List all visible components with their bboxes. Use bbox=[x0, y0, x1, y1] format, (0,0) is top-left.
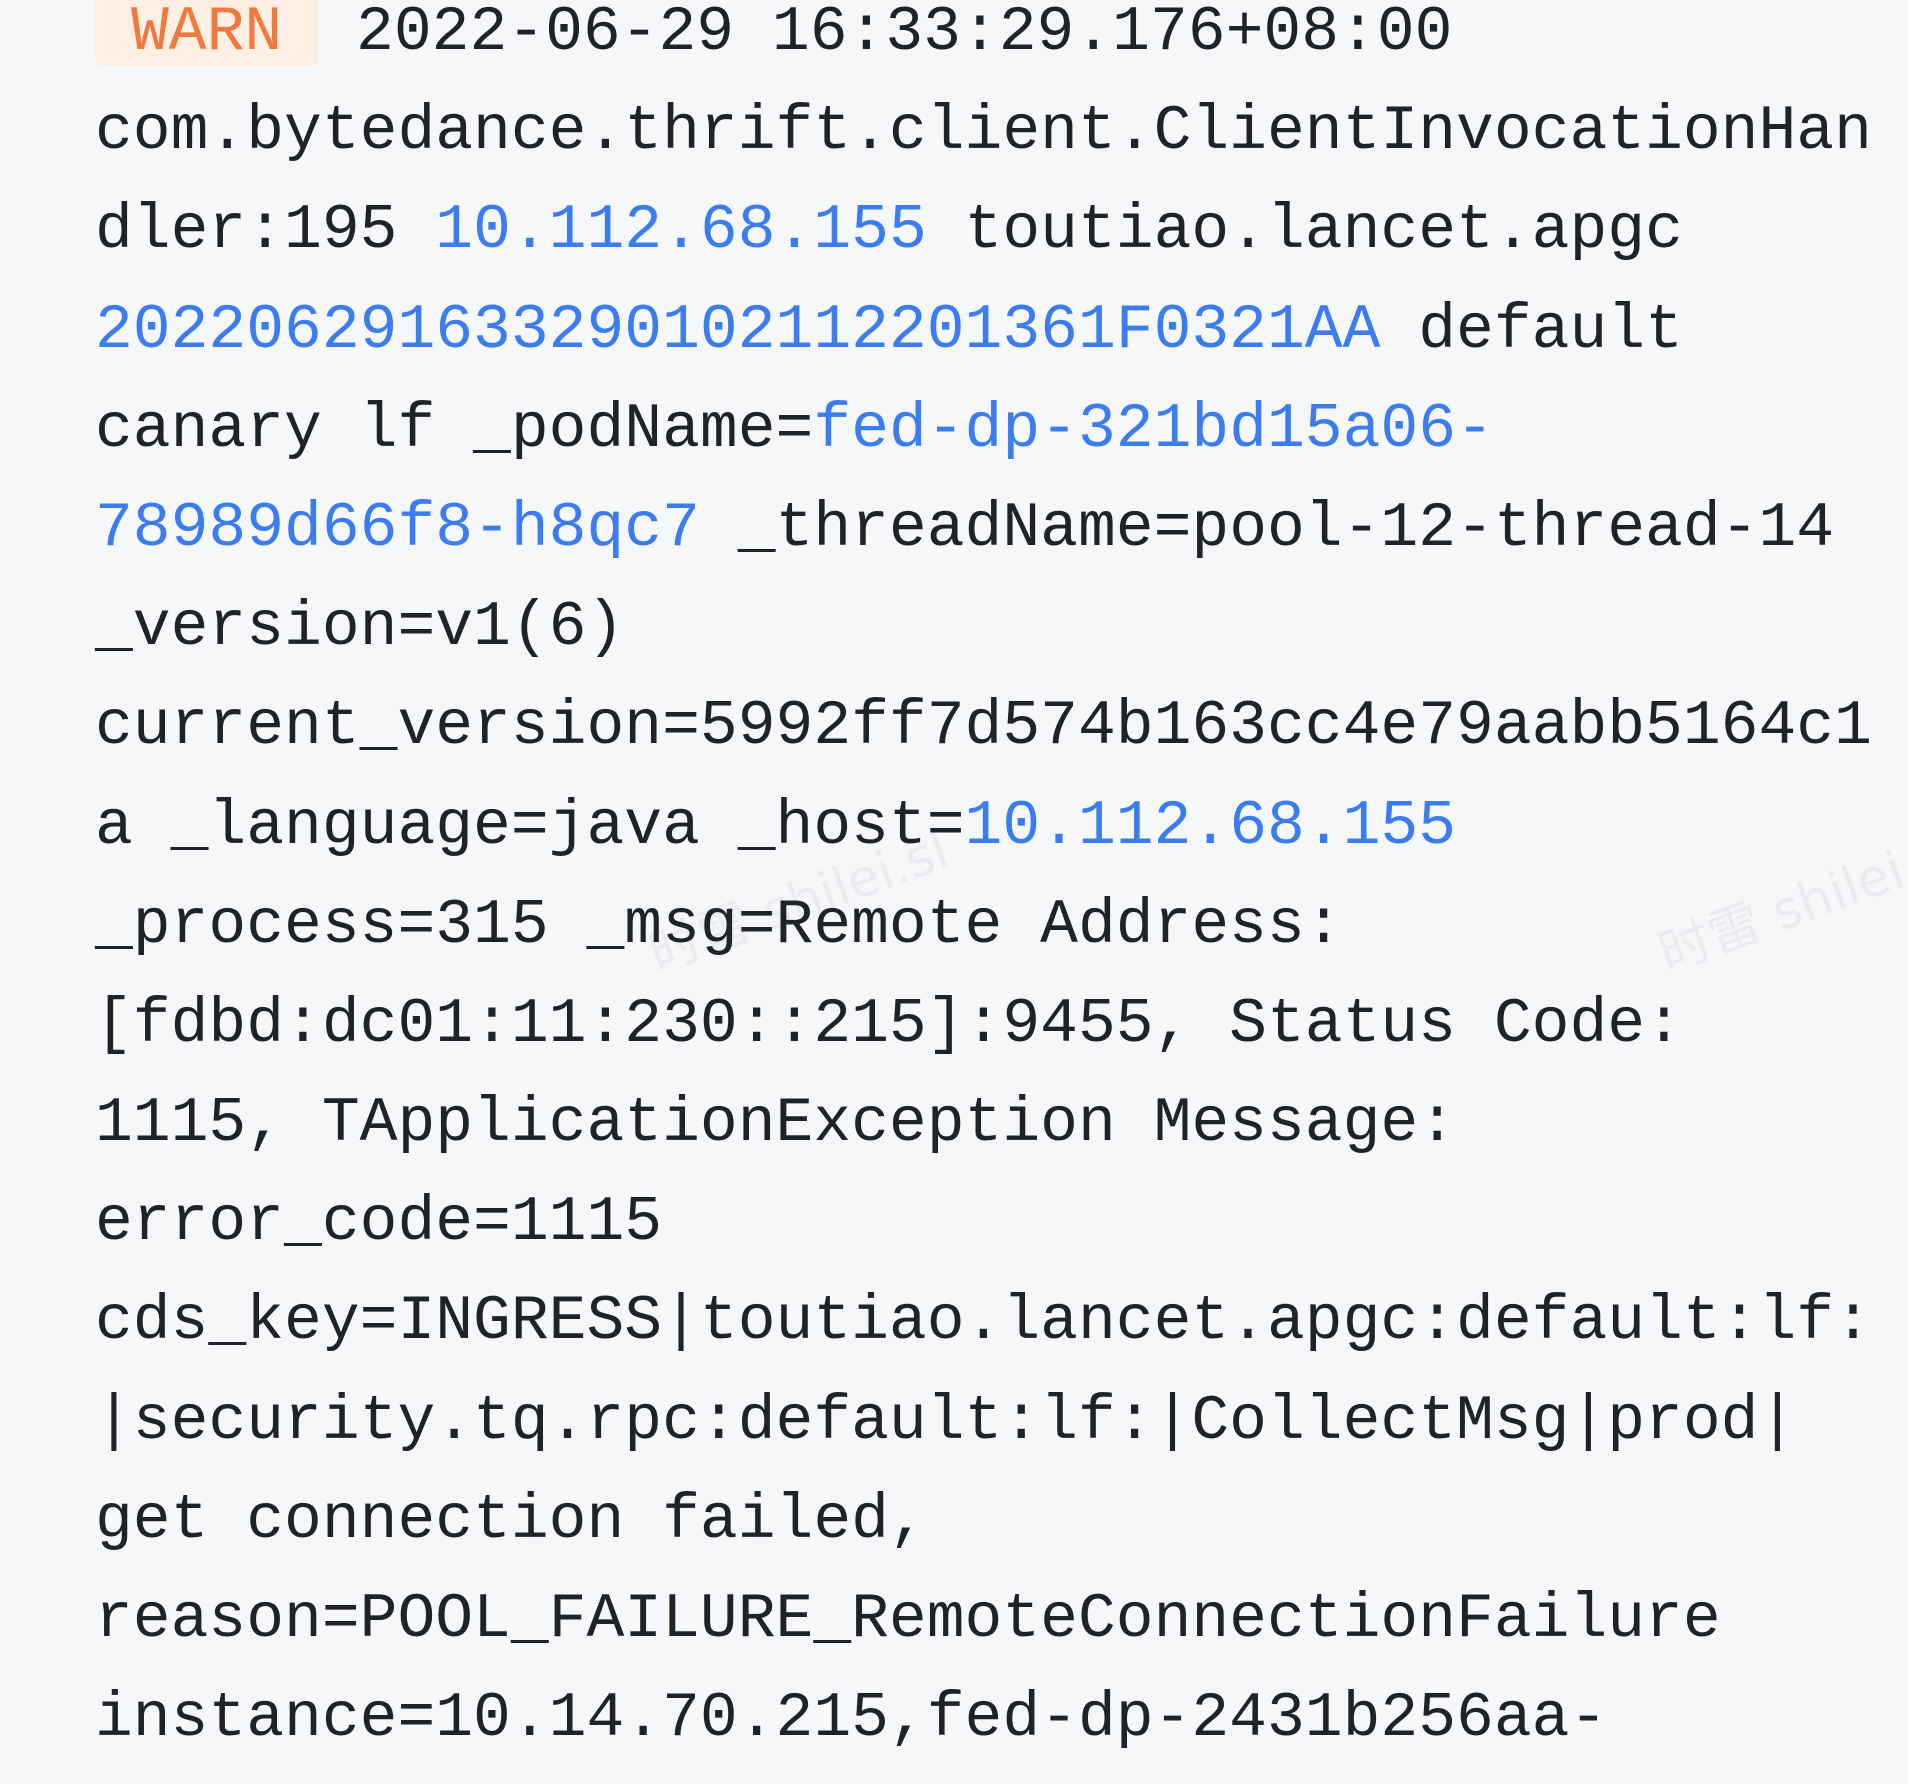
log-text: _version=v1(6) bbox=[95, 592, 625, 664]
highlighted-value: 10.112.68.155 bbox=[964, 790, 1457, 862]
log-line: current_version=5992ff7d574b163cc4e79aab… bbox=[95, 677, 1872, 776]
log-line: 1115, TApplicationException Message: bbox=[95, 1074, 1872, 1173]
log-text: instance=10.14.70.215,fed-dp-2431b256aa- bbox=[95, 1683, 1608, 1755]
log-text: _process=315 _msg=Remote Address: bbox=[95, 889, 1343, 961]
log-entry: WARN 2022-06-29 16:33:29.176+08:00 com.by… bbox=[95, 0, 1872, 1768]
log-line: [fdbd:dc01:11:230::215]:9455, Status Cod… bbox=[95, 975, 1872, 1074]
log-text: 1115, TApplicationException Message: bbox=[95, 1088, 1457, 1160]
log-line: |security.tq.rpc:default:lf:|CollectMsg|… bbox=[95, 1372, 1872, 1471]
log-line: dler:195 10.112.68.155 toutiao.lancet.ap… bbox=[95, 181, 1872, 280]
highlighted-value: 202206291633290102112201361F0321AA bbox=[95, 294, 1381, 366]
log-line: error_code=1115 bbox=[95, 1173, 1872, 1272]
log-text: cds_key=INGRESS|toutiao.lancet.apgc:defa… bbox=[95, 1286, 1872, 1358]
log-text: get connection failed, bbox=[95, 1484, 927, 1556]
log-line: 78989d66f8-h8qc7 _threadName=pool-12-thr… bbox=[95, 479, 1872, 578]
log-line: 202206291633290102112201361F0321AA defau… bbox=[95, 281, 1872, 380]
log-text: _threadName=pool-12-thread-14 bbox=[699, 492, 1835, 564]
log-line: _version=v1(6) bbox=[95, 578, 1872, 677]
highlighted-value: 10.112.68.155 bbox=[435, 195, 927, 267]
log-line: _process=315 _msg=Remote Address: bbox=[95, 876, 1872, 975]
log-text: |security.tq.rpc:default:lf:|CollectMsg|… bbox=[95, 1385, 1797, 1457]
log-text: error_code=1115 bbox=[95, 1187, 663, 1259]
log-text: 2022-06-29 16:33:29.176+08:00 bbox=[318, 0, 1453, 68]
log-text: dler:195 bbox=[95, 195, 436, 267]
log-line: get connection failed, bbox=[95, 1471, 1872, 1570]
log-text: toutiao.lancet.apgc bbox=[926, 195, 1683, 267]
log-line: instance=10.14.70.215,fed-dp-2431b256aa- bbox=[95, 1669, 1872, 1768]
log-text: reason=POOL_FAILURE_RemoteConnectionFail… bbox=[95, 1584, 1721, 1655]
log-text: default bbox=[1380, 294, 1683, 366]
log-text: com.bytedance.thrift.client.ClientInvoca… bbox=[95, 96, 1872, 168]
log-text: canary lf _podName= bbox=[95, 393, 814, 465]
log-text: [fdbd:dc01:11:230::215]:9455, Status Cod… bbox=[95, 988, 1683, 1060]
highlighted-value: fed-dp-321bd15a06- bbox=[813, 393, 1494, 465]
log-line: WARN 2022-06-29 16:33:29.176+08:00 bbox=[95, 0, 1872, 82]
log-text: a _language=java _host= bbox=[95, 790, 965, 862]
log-line: canary lf _podName=fed-dp-321bd15a06- bbox=[95, 380, 1872, 479]
highlighted-value: 78989d66f8-h8qc7 bbox=[95, 492, 700, 564]
log-line: com.bytedance.thrift.client.ClientInvoca… bbox=[95, 82, 1872, 181]
log-text: current_version=5992ff7d574b163cc4e79aab… bbox=[95, 691, 1872, 763]
log-line: cds_key=INGRESS|toutiao.lancet.apgc:defa… bbox=[95, 1272, 1872, 1371]
log-level-badge: WARN bbox=[95, 0, 319, 68]
log-line: a _language=java _host=10.112.68.155 bbox=[95, 777, 1872, 876]
log-line: reason=POOL_FAILURE_RemoteConnectionFail… bbox=[95, 1570, 1872, 1669]
